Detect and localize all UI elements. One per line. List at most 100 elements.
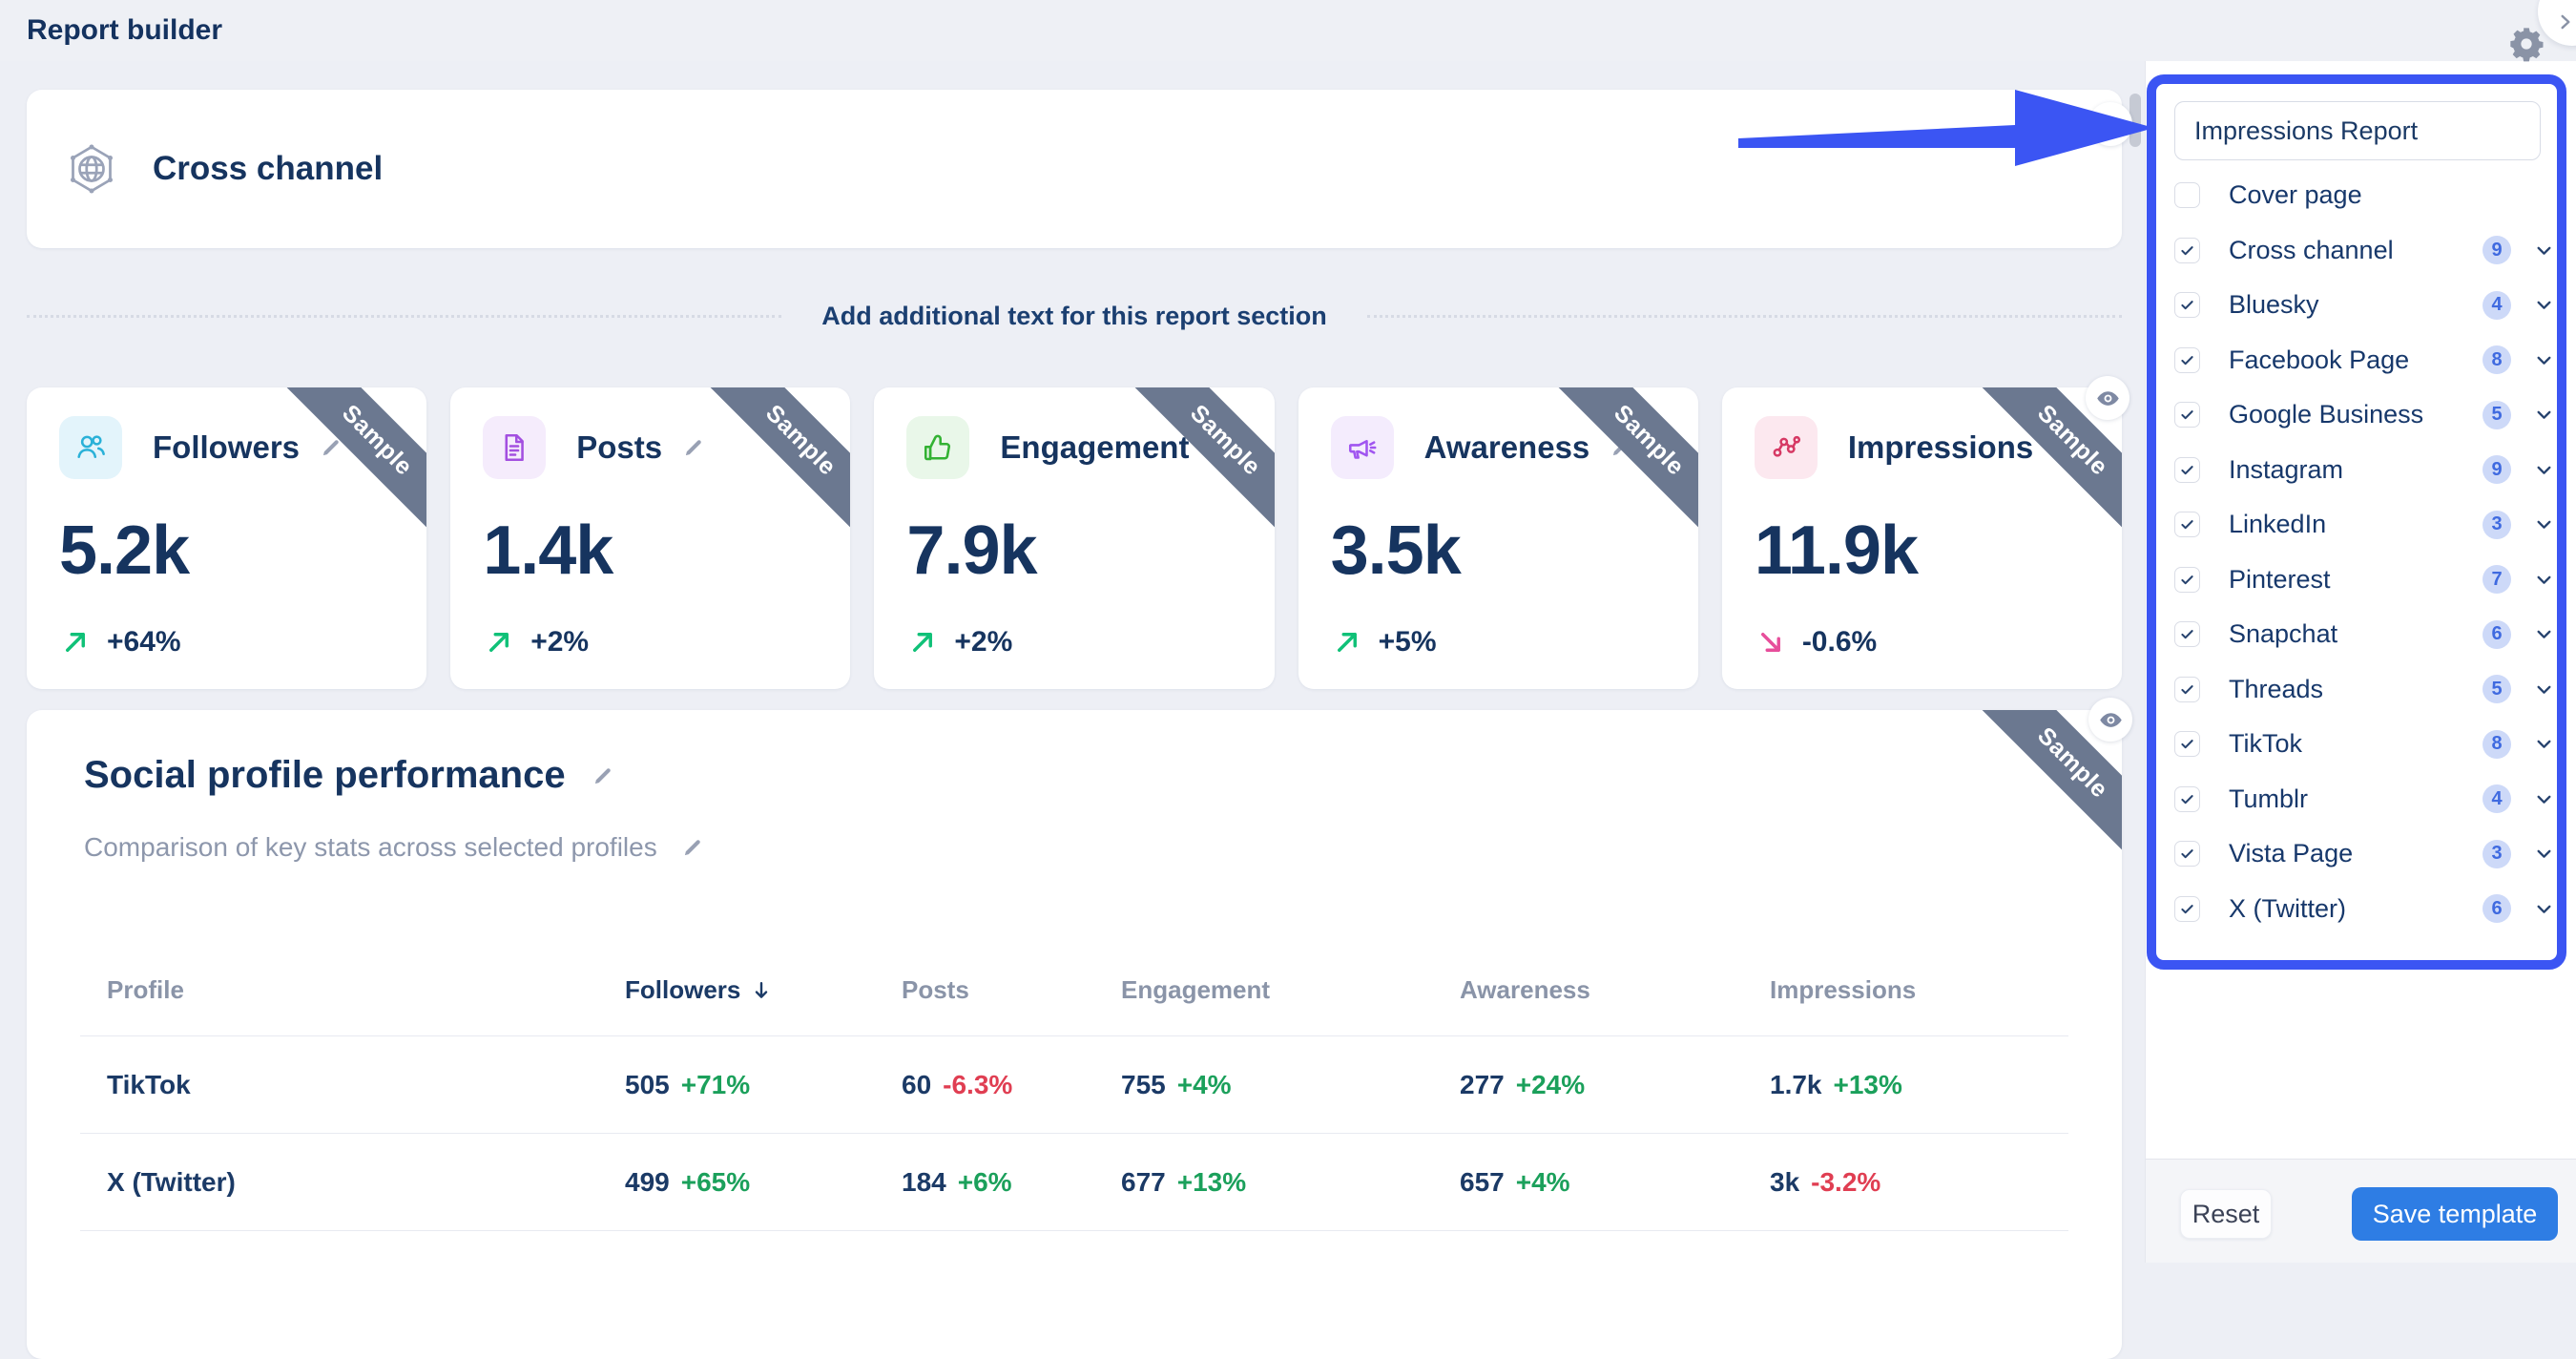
section-checkbox[interactable]: [2174, 731, 2200, 757]
section-list-item-instagram[interactable]: Instagram9: [2146, 443, 2576, 498]
chevron-down-icon[interactable]: [2534, 680, 2554, 700]
add-text-row[interactable]: Add additional text for this report sect…: [27, 291, 2122, 341]
section-checkbox[interactable]: [2174, 841, 2200, 867]
panel-footer: Reset Save template: [2146, 1159, 2576, 1263]
widget-count-badge: 5: [2483, 675, 2511, 703]
reset-button[interactable]: Reset: [2180, 1189, 2272, 1239]
sort-descending-icon: [750, 979, 773, 1002]
chevron-down-icon[interactable]: [2534, 350, 2554, 370]
edit-pencil-icon[interactable]: [680, 835, 705, 860]
section-list-item-cross-channel[interactable]: Cross channel9: [2146, 223, 2576, 279]
section-subtitle: Comparison of key stats across selected …: [84, 832, 657, 863]
widget-count-badge: 7: [2483, 565, 2511, 594]
section-checkbox[interactable]: [2174, 402, 2200, 428]
chevron-down-icon[interactable]: [2534, 789, 2554, 809]
chevron-down-icon[interactable]: [2534, 405, 2554, 425]
column-header-profile[interactable]: Profile: [107, 975, 625, 1005]
section-checkbox[interactable]: [2174, 621, 2200, 647]
section-label: Instagram: [2229, 455, 2343, 485]
metric-cell: 657+4%: [1460, 1167, 1770, 1198]
section-checkbox[interactable]: [2174, 347, 2200, 373]
metric-trend: +64%: [107, 626, 181, 659]
section-list-item-x-twitter[interactable]: X (Twitter)6: [2146, 882, 2576, 937]
edit-pencil-icon[interactable]: [2052, 435, 2077, 460]
profile-name: TikTok: [107, 1070, 625, 1100]
chevron-down-icon[interactable]: [2534, 460, 2554, 480]
table-row-tiktok: TikTok505+71%60-6.3%755+4%277+24%1.7k+13…: [80, 1036, 2068, 1134]
section-list-item-vista-page[interactable]: Vista Page3: [2146, 826, 2576, 882]
column-header-followers[interactable]: Followers: [625, 975, 902, 1005]
section-list-item-cover-page[interactable]: Cover page: [2146, 168, 2576, 223]
section-list-item-tumblr[interactable]: Tumblr4: [2146, 772, 2576, 827]
section-checkbox[interactable]: [2174, 786, 2200, 812]
edit-pencil-icon[interactable]: [1208, 435, 1233, 460]
chevron-right-icon: [2555, 11, 2576, 32]
report-name-input[interactable]: [2174, 101, 2541, 160]
section-list-item-linkedin[interactable]: LinkedIn 3: [2146, 497, 2576, 553]
impressions-icon: [1755, 416, 1818, 479]
dotted-divider: [1367, 315, 2122, 318]
section-list-item-tiktok[interactable]: TikTok8: [2146, 717, 2576, 772]
section-visibility-eye-icon[interactable]: [2086, 376, 2129, 420]
edit-pencil-icon[interactable]: [319, 435, 343, 460]
section-title: Social profile performance: [84, 754, 566, 797]
edit-pencil-icon[interactable]: [591, 763, 615, 788]
metric-trend: +5%: [1379, 626, 1437, 659]
section-label: TikTok: [2229, 729, 2302, 759]
column-header-engagement[interactable]: Engagement: [1121, 975, 1460, 1005]
section-list-item-pinterest[interactable]: Pinterest7: [2146, 553, 2576, 608]
chevron-down-icon[interactable]: [2534, 295, 2554, 315]
widget-count-badge: 4: [2483, 291, 2511, 320]
chevron-down-icon[interactable]: [2534, 240, 2554, 261]
section-checkbox[interactable]: [2174, 238, 2200, 263]
widget-count-badge: 4: [2483, 784, 2511, 813]
cross-channel-section-header: Cross channel: [27, 90, 2122, 248]
metric-cell: 60-6.3%: [902, 1070, 1121, 1100]
section-label: LinkedIn: [2229, 510, 2326, 539]
edit-pencil-icon[interactable]: [681, 435, 706, 460]
globe-network-icon: [63, 140, 120, 198]
chevron-down-icon[interactable]: [2534, 624, 2554, 644]
chevron-down-icon[interactable]: [2534, 899, 2554, 919]
report-canvas: Cross channel Add additional text for th…: [0, 61, 2145, 1263]
section-list-item-google-business[interactable]: Google Business5: [2146, 387, 2576, 443]
section-visibility-eye-icon[interactable]: [2088, 102, 2132, 146]
chevron-down-icon[interactable]: [2534, 844, 2554, 864]
section-visibility-eye-icon[interactable]: [2088, 698, 2132, 742]
trend-up-arrow-icon: [1333, 628, 1361, 657]
chevron-down-icon[interactable]: [2534, 570, 2554, 590]
edit-pencil-icon[interactable]: [1609, 435, 1633, 460]
section-checkbox[interactable]: [2174, 677, 2200, 702]
section-label: Snapchat: [2229, 619, 2337, 649]
column-header-impressions[interactable]: Impressions: [1770, 975, 2068, 1005]
widget-count-badge: 3: [2483, 511, 2511, 539]
section-checkbox[interactable]: [2174, 512, 2200, 537]
chevron-down-icon[interactable]: [2534, 514, 2554, 534]
dotted-divider: [27, 315, 781, 318]
section-list-item-threads[interactable]: Threads5: [2146, 662, 2576, 718]
section-title: Cross channel: [153, 150, 383, 188]
section-label: Cross channel: [2229, 236, 2394, 265]
section-checkbox[interactable]: [2174, 457, 2200, 483]
trend-down-arrow-icon: [1756, 628, 1785, 657]
add-text-placeholder[interactable]: Add additional text for this report sect…: [821, 302, 1327, 331]
column-header-awareness[interactable]: Awareness: [1460, 975, 1770, 1005]
chevron-down-icon[interactable]: [2534, 734, 2554, 754]
section-list-item-facebook-page[interactable]: Facebook Page8: [2146, 333, 2576, 388]
column-header-posts[interactable]: Posts: [902, 975, 1121, 1005]
profile-name: X (Twitter): [107, 1167, 625, 1198]
metric-cell: 677+13%: [1121, 1167, 1460, 1198]
section-checkbox[interactable]: [2174, 567, 2200, 593]
trend-up-arrow-icon: [61, 628, 90, 657]
section-checkbox[interactable]: [2174, 292, 2200, 318]
gear-icon[interactable]: [2507, 25, 2545, 63]
posts-icon: [483, 416, 546, 479]
metric-value: 3.5k: [1331, 512, 1666, 590]
section-checkbox[interactable]: [2174, 896, 2200, 922]
widget-count-badge: 6: [2483, 620, 2511, 649]
section-checkbox[interactable]: [2174, 182, 2200, 208]
section-list-item-snapchat[interactable]: Snapchat 6: [2146, 607, 2576, 662]
section-list-item-bluesky[interactable]: Bluesky4: [2146, 278, 2576, 333]
metric-value: 7.9k: [906, 512, 1241, 590]
save-template-button[interactable]: Save template: [2352, 1187, 2558, 1241]
